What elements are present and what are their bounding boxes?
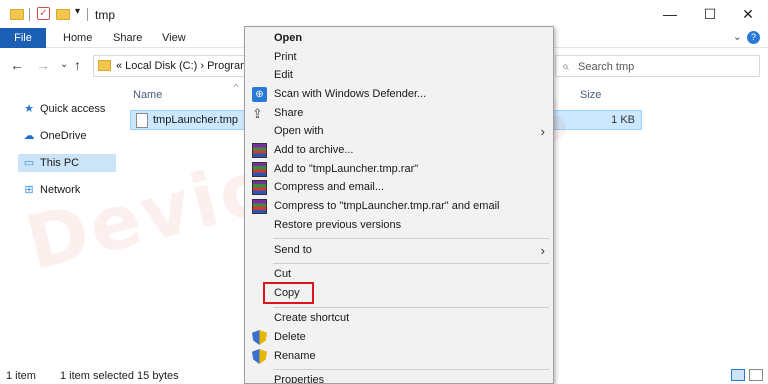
divider: [29, 8, 30, 21]
network-icon: ⊞: [24, 184, 34, 196]
menu-item-delete[interactable]: Delete: [245, 328, 553, 347]
search-input[interactable]: Search tmp: [578, 61, 634, 73]
close-button[interactable]: ✕: [734, 4, 762, 24]
menu-item-label: Compress to "tmpLauncher.tmp.rar" and em…: [274, 200, 500, 212]
sort-chevron-icon: ^: [234, 82, 239, 92]
menu-item-label: Add to archive...: [274, 144, 354, 156]
forward-icon[interactable]: →: [36, 57, 50, 73]
window-title: tmp: [95, 8, 116, 22]
menu-item-label: Scan with Windows Defender...: [274, 88, 427, 100]
windows-defender-icon: ⊕: [252, 87, 267, 102]
menu-separator: [273, 307, 549, 308]
menu-item-open-with[interactable]: Open with ›: [245, 122, 553, 141]
sidebar-item-label: Quick access: [40, 103, 106, 115]
column-header-name[interactable]: Name: [133, 89, 162, 101]
customize-toolbar-chevron-icon[interactable]: ▾: [75, 6, 80, 20]
up-icon[interactable]: ↑: [74, 57, 81, 73]
sidebar-item-label: Network: [40, 184, 81, 196]
item-count: 1 item: [6, 370, 36, 382]
address-path: « Local Disk (C:) › Program: [116, 60, 250, 72]
sidebar-item-label: OneDrive: [40, 130, 87, 142]
menu-item-label: Send to: [274, 244, 312, 256]
new-folder-icon[interactable]: [56, 9, 70, 20]
sidebar-item-this-pc[interactable]: ▭ This PC: [18, 154, 116, 172]
properties-check-icon[interactable]: ✓: [37, 7, 50, 20]
menu-item-label: Add to "tmpLauncher.tmp.rar": [274, 163, 419, 175]
menu-item-open[interactable]: Open: [245, 29, 553, 48]
sidebar-item-onedrive[interactable]: ☁ OneDrive: [22, 127, 87, 145]
title-bar: ✓ ▾ tmp — ☐ ✕: [0, 0, 768, 28]
tab-home[interactable]: Home: [63, 28, 92, 48]
menu-item-properties[interactable]: Properties: [245, 371, 553, 383]
back-icon[interactable]: ←: [10, 57, 24, 73]
help-icon[interactable]: ?: [747, 31, 760, 44]
maximize-button[interactable]: ☐: [696, 4, 724, 24]
menu-item-add-to-archive[interactable]: Add to archive...: [245, 141, 553, 160]
winrar-icon: [252, 162, 267, 177]
menu-item-create-shortcut[interactable]: Create shortcut: [245, 309, 553, 328]
menu-item-edit[interactable]: Edit: [245, 66, 553, 85]
menu-item-add-to-rar[interactable]: Add to "tmpLauncher.tmp.rar": [245, 160, 553, 179]
menu-item-print[interactable]: Print: [245, 48, 553, 67]
tab-file[interactable]: File: [0, 28, 46, 48]
file-size: 1 KB: [611, 114, 635, 126]
selection-info: 1 item selected 15 bytes: [60, 370, 179, 382]
recent-locations-chevron-icon[interactable]: ⌄: [60, 59, 68, 70]
menu-item-label: Compress and email...: [274, 181, 385, 193]
menu-item-label: Share: [274, 107, 304, 119]
file-icon: [136, 113, 148, 128]
submenu-arrow-icon: ›: [540, 124, 545, 139]
menu-item-restore-previous-versions[interactable]: Restore previous versions: [245, 216, 553, 235]
menu-item-label: Open with: [274, 125, 324, 137]
computer-icon: ▭: [23, 157, 35, 169]
divider: [87, 8, 88, 21]
sidebar-item-quick-access[interactable]: ★ Quick access: [22, 100, 105, 118]
menu-item-compress-rar-email[interactable]: Compress to "tmpLauncher.tmp.rar" and em…: [245, 197, 553, 216]
folder-icon: [10, 9, 24, 20]
file-name: tmpLauncher.tmp: [153, 114, 238, 126]
search-icon: ⌕: [562, 59, 569, 73]
tab-share[interactable]: Share: [113, 28, 142, 48]
copy-highlight-box: [263, 282, 314, 304]
context-menu: Open Print Edit ⊕ Scan with Windows Defen…: [244, 26, 554, 384]
large-icons-view-icon[interactable]: [749, 369, 763, 381]
menu-item-compress-email[interactable]: Compress and email...: [245, 178, 553, 197]
column-header-size[interactable]: Size: [580, 89, 601, 101]
menu-separator: [273, 238, 549, 239]
menu-separator: [273, 369, 549, 370]
cloud-icon: ☁: [23, 130, 35, 142]
menu-separator: [273, 263, 549, 264]
menu-item-share[interactable]: ⇪ Share: [245, 104, 553, 123]
tab-view[interactable]: View: [162, 28, 186, 48]
menu-item-rename[interactable]: Rename: [245, 347, 553, 366]
search-box[interactable]: ⌕ Search tmp: [555, 55, 760, 77]
menu-item-scan[interactable]: ⊕ Scan with Windows Defender...: [245, 85, 553, 104]
navigation-pane: ★ Quick access ☁ OneDrive ▭ This PC ⊞ Networ…: [0, 90, 122, 360]
menu-item-send-to[interactable]: Send to ›: [245, 241, 553, 260]
details-view-icon[interactable]: [731, 369, 745, 381]
menu-item-label: Rename: [274, 350, 316, 362]
minimize-button[interactable]: —: [656, 4, 684, 24]
star-icon: ★: [24, 103, 34, 115]
sidebar-item-network[interactable]: ⊞ Network: [22, 181, 80, 199]
winrar-icon: [252, 180, 267, 195]
uac-shield-icon: [252, 330, 267, 345]
menu-item-label: Delete: [274, 331, 306, 343]
share-icon: ⇪: [252, 106, 263, 121]
submenu-arrow-icon: ›: [540, 243, 545, 258]
folder-icon: [98, 60, 111, 71]
winrar-icon: [252, 199, 267, 214]
sidebar-item-label: This PC: [40, 157, 80, 169]
uac-shield-icon: [252, 349, 267, 364]
ribbon-expand-icon[interactable]: ⌄: [733, 30, 742, 43]
winrar-icon: [252, 143, 267, 158]
